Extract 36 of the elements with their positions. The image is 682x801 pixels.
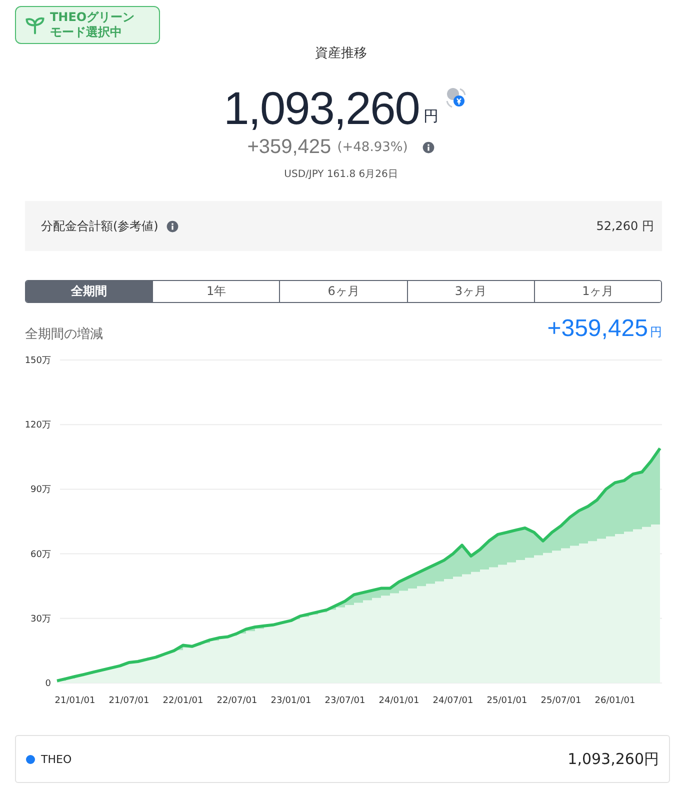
x-axis-label: 24/07/01 xyxy=(432,696,474,706)
dividend-label: 分配金合計額(参考値) xyxy=(41,218,158,234)
x-axis-label: 23/01/01 xyxy=(270,696,312,706)
x-axis-label: 23/07/01 xyxy=(324,696,366,706)
legend-value: 1,093,260円 xyxy=(568,750,659,768)
badge-text: モード選択中 xyxy=(50,25,123,40)
y-axis-label: 90万 xyxy=(30,485,51,496)
y-axis-label: 0 xyxy=(45,679,51,689)
page-title: 資産推移 xyxy=(314,45,368,62)
x-axis-label: 25/07/01 xyxy=(540,696,582,706)
total-amount: 1,093,260 xyxy=(224,84,420,132)
y-axis-label: 150万 xyxy=(24,356,51,366)
exchange-rate: USD/JPY 161.8 6月26日 xyxy=(283,168,399,181)
x-axis-label: 25/01/01 xyxy=(486,696,528,706)
dividend-value: 52,260 円 xyxy=(596,218,654,234)
period-label: 全期間の増減 xyxy=(25,326,103,343)
currency-switch-icon[interactable] xyxy=(444,86,468,110)
change-percent: (+48.93%) xyxy=(337,140,408,155)
x-axis-label: 24/01/01 xyxy=(378,696,420,706)
badge-text: THEOグリーン xyxy=(50,10,135,25)
x-axis-label: 21/07/01 xyxy=(108,696,150,706)
x-axis-label: 26/01/01 xyxy=(594,696,636,706)
y-axis-label: 120万 xyxy=(24,420,51,431)
info-icon[interactable] xyxy=(166,220,180,232)
amount-unit: 円 xyxy=(423,107,438,126)
y-axis-label: 30万 xyxy=(30,614,51,624)
period-tab[interactable]: 1ヶ月 xyxy=(534,281,661,302)
period-change: +359,425 円 xyxy=(547,315,662,343)
period-tab[interactable]: 全期間 xyxy=(26,281,152,302)
x-axis-label: 22/07/01 xyxy=(216,696,258,706)
x-axis-label: 21/01/01 xyxy=(54,696,96,706)
legend-name: THEO xyxy=(41,752,72,766)
y-axis-label: 60万 xyxy=(30,550,51,560)
x-axis-label: 22/01/01 xyxy=(162,696,204,706)
total-change: +359,425 xyxy=(247,136,332,159)
info-icon[interactable] xyxy=(422,141,435,154)
